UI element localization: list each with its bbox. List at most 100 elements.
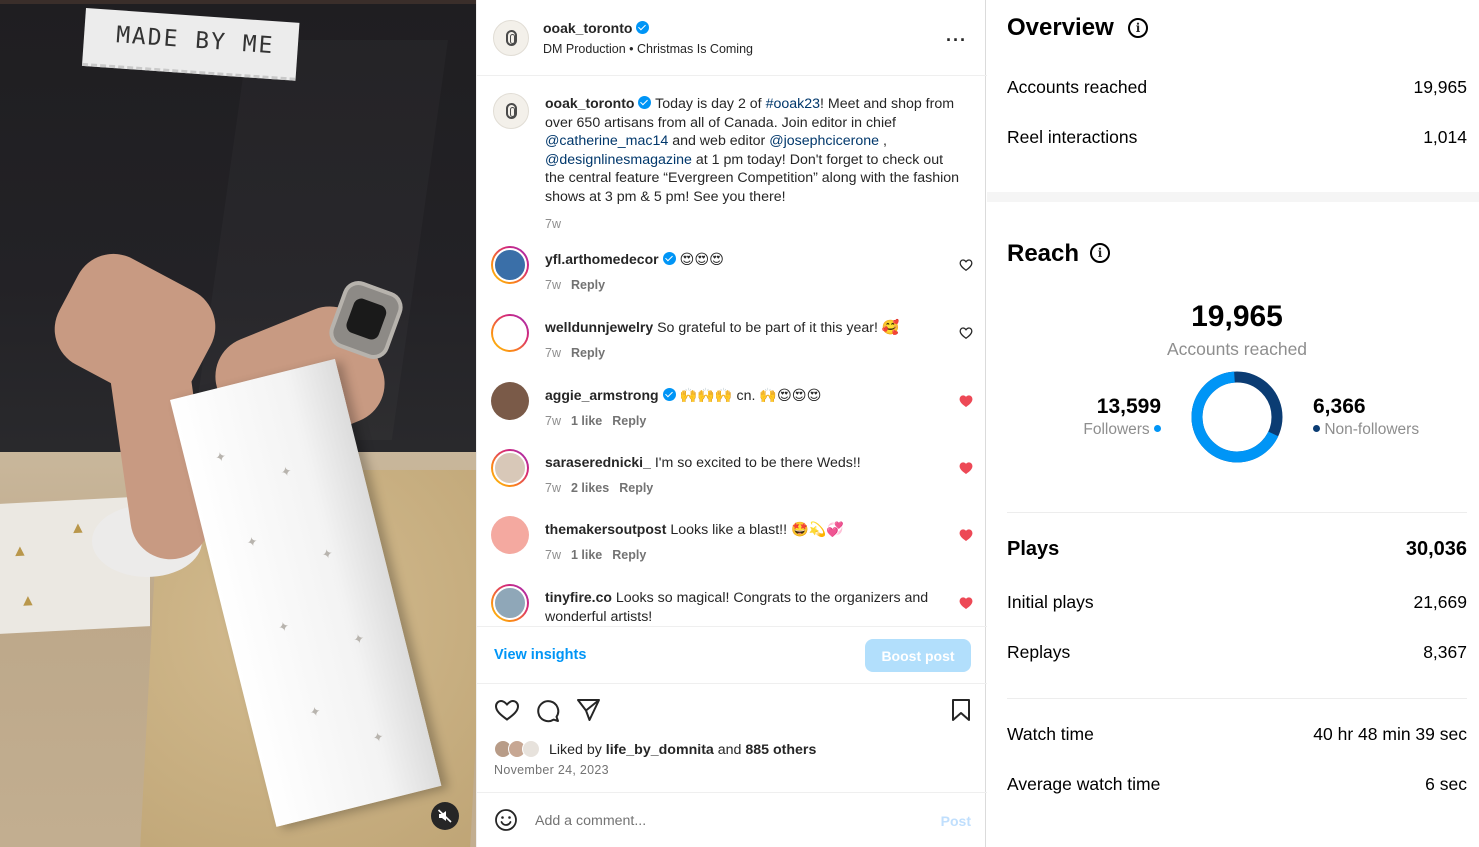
caption-link[interactable]: @catherine_mac14 — [545, 133, 668, 149]
comment-item: welldunnjewelry So grateful to be part o… — [477, 314, 987, 382]
post-comment-button[interactable]: Post — [941, 813, 971, 829]
caption-link[interactable]: @josephcicerone — [769, 133, 879, 149]
commenter-avatar[interactable] — [491, 246, 529, 284]
comment-likes[interactable]: 2 likes — [571, 481, 609, 495]
post-username[interactable]: ooak_toronto — [543, 20, 632, 36]
caption-fragment: and web editor — [668, 133, 770, 149]
followers-legend: Followers — [1083, 421, 1161, 439]
reply-button[interactable]: Reply — [571, 346, 605, 360]
insights-bar: View insights Boost post — [477, 626, 987, 684]
comment-likes[interactable]: 1 like — [571, 548, 602, 562]
caption-timestamp[interactable]: 7w — [545, 215, 965, 234]
liked-by-others[interactable]: 885 others — [745, 742, 816, 758]
non-followers-legend: Non-followers — [1313, 421, 1419, 439]
verified-badge-icon — [636, 21, 650, 34]
comment-time[interactable]: 7w — [545, 346, 561, 360]
post-subtitle[interactable]: DM Production • Christmas Is Coming — [543, 42, 753, 56]
caption-avatar[interactable] — [493, 93, 529, 129]
emoji-picker-icon[interactable] — [494, 808, 518, 832]
commenter-username[interactable]: themakersoutpost — [545, 521, 666, 537]
add-comment-bar: Add a comment... Post — [477, 792, 987, 847]
commenter-username[interactable]: tinyfire.co — [545, 589, 612, 605]
commenter-username[interactable]: aggie_armstrong — [545, 387, 659, 403]
commenter-avatar[interactable] — [491, 314, 529, 352]
comment-like-heart-icon[interactable] — [959, 461, 973, 475]
initial-plays-row[interactable]: Initial plays 21,669 — [1007, 592, 1467, 613]
account-avatar[interactable] — [493, 20, 529, 56]
reply-button[interactable]: Reply — [571, 278, 605, 292]
info-icon[interactable]: i — [1128, 18, 1148, 38]
verified-badge-icon — [662, 252, 676, 265]
comment-text: I'm so excited to be there Weds!! — [654, 455, 861, 471]
watch-time-row[interactable]: Watch time 40 hr 48 min 39 sec — [1007, 724, 1467, 745]
comment-item: saraserednicki_ I'm so excited to be the… — [477, 449, 987, 517]
reach-title: Reach — [1007, 240, 1080, 267]
post-date[interactable]: November 24, 2023 — [494, 763, 609, 777]
like-heart-icon[interactable] — [494, 698, 520, 722]
comment-like-heart-icon[interactable] — [959, 528, 973, 542]
ooak-logo-icon — [505, 103, 517, 119]
followers-count: 13,599 — [1096, 395, 1161, 418]
comment-input[interactable]: Add a comment... — [535, 813, 646, 829]
mute-toggle-button[interactable] — [431, 802, 459, 830]
post-panel: ooak_toronto DM Production • Christmas I… — [476, 0, 987, 847]
average-watch-time-row[interactable]: Average watch time 6 sec — [1007, 774, 1467, 795]
comment-time[interactable]: 7w — [545, 278, 561, 292]
post-actions — [477, 696, 987, 726]
ooak-logo-icon — [505, 30, 517, 46]
caption-link[interactable]: #ooak23 — [766, 96, 820, 112]
caption-text: Today is day 2 of #ooak23! Meet and shop… — [545, 96, 959, 205]
comment-text: 😍😍😍 — [679, 252, 724, 268]
reply-button[interactable]: Reply — [619, 481, 653, 495]
caption-fragment: , — [879, 133, 887, 149]
share-send-icon[interactable] — [576, 698, 601, 722]
comment-item: aggie_armstrong 🙌🙌🙌 cn. 🙌😍😍😍 7w 1 like Repl… — [477, 382, 987, 450]
verified-badge-icon — [662, 388, 676, 401]
comment-like-heart-icon[interactable] — [959, 394, 973, 408]
overview-title: Overview — [1007, 14, 1114, 41]
commenter-avatar[interactable] — [491, 449, 529, 487]
commenter-username[interactable]: yfl.arthomedecor — [545, 251, 659, 267]
save-bookmark-icon[interactable] — [950, 698, 972, 722]
reel-video[interactable]: MADE BY ME ▲ ▲ ▲ ✦ ✦ ✦ ✦ ✦ ✦ ✦ ✦ — [0, 0, 476, 847]
liked-by-user[interactable]: life_by_domnita — [606, 742, 714, 758]
liker-avatar — [522, 740, 540, 758]
comment-time[interactable]: 7w — [545, 481, 561, 495]
comment-like-heart-icon[interactable] — [959, 258, 973, 272]
comment-likes[interactable]: 1 like — [571, 414, 602, 428]
accounts-reached-row[interactable]: Accounts reached 19,965 — [1007, 77, 1467, 98]
reel-interactions-row[interactable]: Reel interactions 1,014 — [1007, 127, 1467, 148]
reach-total-label: Accounts reached — [1166, 339, 1308, 359]
tree-pattern-icon: ▲ — [20, 592, 36, 610]
commenter-username[interactable]: saraserednicki_ — [545, 454, 651, 470]
post-caption: ooak_toronto Today is day 2 of #ooak23! … — [545, 94, 965, 234]
comment-text: 🙌🙌🙌 cn. 🙌😍😍😍 — [679, 388, 822, 404]
replays-row[interactable]: Replays 8,367 — [1007, 642, 1467, 663]
plays-row[interactable]: Plays 30,036 — [1007, 538, 1467, 561]
reply-button[interactable]: Reply — [612, 414, 646, 428]
comment-text: Looks like a blast!! 🤩💫💞 — [670, 522, 844, 538]
comment-time[interactable]: 7w — [545, 414, 561, 428]
reach-total: 19,965 — [1191, 300, 1283, 333]
reach-donut-chart — [1191, 371, 1283, 463]
caption-link[interactable]: @designlinesmagazine — [545, 152, 692, 168]
comment-like-heart-icon[interactable] — [959, 596, 973, 610]
verified-badge-icon — [638, 96, 652, 109]
non-followers-dot — [1313, 425, 1320, 432]
reply-button[interactable]: Reply — [612, 548, 646, 562]
comment-item: themakersoutpost Looks like a blast!! 🤩💫… — [477, 516, 987, 584]
comment-item: yfl.arthomedecor 😍😍😍 7w Reply — [477, 246, 987, 314]
commenter-username[interactable]: welldunnjewelry — [545, 319, 653, 335]
comment-text: So grateful to be part of it this year! … — [657, 320, 900, 336]
comment-bubble-icon[interactable] — [535, 698, 560, 723]
more-options-icon[interactable]: ··· — [946, 30, 967, 51]
boost-post-button[interactable]: Boost post — [865, 639, 971, 672]
info-icon[interactable]: i — [1090, 243, 1110, 263]
commenter-avatar[interactable] — [491, 382, 529, 420]
view-insights-link[interactable]: View insights — [494, 647, 586, 663]
commenter-avatar[interactable] — [491, 584, 529, 622]
comment-time[interactable]: 7w — [545, 548, 561, 562]
caption-fragment: Today is day 2 of — [655, 96, 766, 112]
commenter-avatar[interactable] — [491, 516, 529, 554]
comment-like-heart-icon[interactable] — [959, 326, 973, 340]
